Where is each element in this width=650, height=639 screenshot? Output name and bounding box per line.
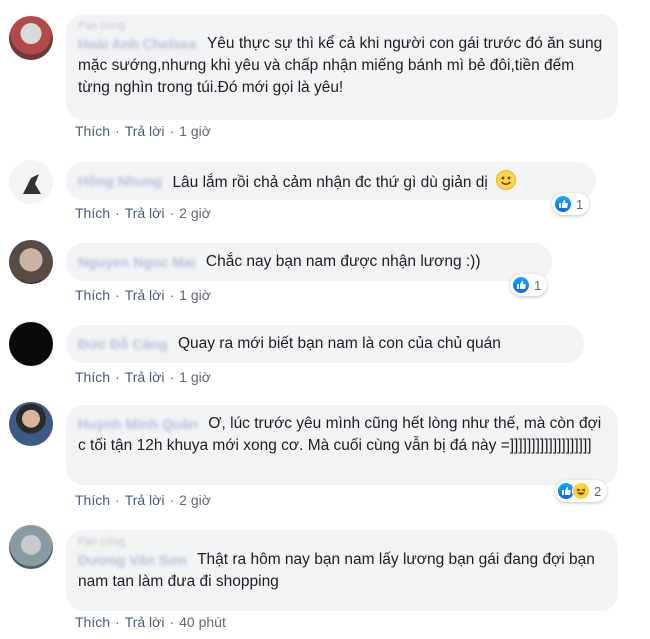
avatar[interactable] <box>9 402 53 446</box>
reaction-summary[interactable]: 2 <box>555 480 608 502</box>
author-name[interactable]: Hồng Nhung <box>78 170 162 192</box>
comment-text: Lâu lắm rồi chả cảm nhận đc thứ gì dù gi… <box>172 174 488 191</box>
separator: · <box>169 287 175 303</box>
reply-button[interactable]: Trả lời <box>125 614 165 630</box>
avatar[interactable] <box>9 240 53 284</box>
separator: · <box>169 614 175 630</box>
timestamp[interactable]: 40 phút <box>179 614 226 630</box>
avatar[interactable] <box>9 525 53 569</box>
badge-label: Fan cứng <box>78 20 126 32</box>
reaction-count: 1 <box>576 196 584 212</box>
separator: · <box>169 123 175 139</box>
reaction-summary[interactable]: 1 <box>510 274 548 296</box>
like-reaction-icon <box>512 276 530 294</box>
avatar[interactable] <box>9 322 53 366</box>
avatar[interactable] <box>9 160 53 204</box>
author-name[interactable]: Huỳnh Minh Quân <box>78 413 198 435</box>
haha-reaction-icon <box>572 482 590 500</box>
like-reaction-icon <box>554 195 572 213</box>
reaction-count: 1 <box>534 277 542 293</box>
separator: · <box>115 123 120 139</box>
comment-bubble: Hồng Nhung Lâu lắm rồi chả cảm nhận đc t… <box>66 162 596 200</box>
reaction-count: 2 <box>594 483 602 499</box>
separator: · <box>115 492 120 508</box>
timestamp[interactable]: 1 giờ <box>179 123 211 139</box>
like-button[interactable]: Thích <box>75 287 110 303</box>
badge-label: Fan cứng <box>78 536 126 548</box>
like-button[interactable]: Thích <box>75 205 110 221</box>
reply-button[interactable]: Trả lời <box>125 492 165 508</box>
separator: · <box>115 614 120 630</box>
reply-button[interactable]: Trả lời <box>125 287 165 303</box>
comment-actions: Thích · Trả lời · 1 giờ <box>75 287 211 303</box>
comment-bubble: Fan cứng Dương Văn Sơn Thật ra hôm nay b… <box>66 530 618 611</box>
author-name[interactable]: Hoài Anh Chelsea <box>78 33 197 55</box>
reply-button[interactable]: Trả lời <box>125 205 165 221</box>
author-name[interactable]: Đức Đỗ Càng <box>78 333 167 355</box>
comment-actions: Thích · Trả lời · 2 giờ <box>75 492 211 508</box>
comment-text: Chắc nay bạn nam được nhận lương :)) <box>205 253 481 270</box>
comment-text: Quay ra mới biết bạn nam là con của chủ … <box>177 335 501 352</box>
smiley-emoji-icon <box>496 170 517 190</box>
avatar-image <box>23 174 41 194</box>
avatar[interactable] <box>9 16 53 60</box>
comment-actions: Thích · Trả lời · 1 giờ <box>75 123 211 139</box>
timestamp[interactable]: 2 giờ <box>179 205 211 221</box>
like-button[interactable]: Thích <box>75 369 110 385</box>
comment-actions: Thích · Trả lời · 2 giờ <box>75 205 211 221</box>
comment-bubble: Đức Đỗ Càng Quay ra mới biết bạn nam là … <box>66 325 584 363</box>
author-name[interactable]: Nguyen Ngoc Mai <box>78 251 195 273</box>
reply-button[interactable]: Trả lời <box>125 369 165 385</box>
reply-button[interactable]: Trả lời <box>125 123 165 139</box>
separator: · <box>169 205 175 221</box>
reaction-summary[interactable]: 1 <box>552 193 590 215</box>
separator: · <box>115 205 120 221</box>
separator: · <box>169 492 175 508</box>
comment-bubble: Fan cứng Hoài Anh Chelsea Yêu thực sự th… <box>66 14 618 120</box>
separator: · <box>169 369 175 385</box>
timestamp[interactable]: 1 giờ <box>179 369 211 385</box>
like-button[interactable]: Thích <box>75 614 110 630</box>
timestamp[interactable]: 1 giờ <box>179 287 211 303</box>
comment-bubble: Nguyen Ngoc Mai Chắc nay bạn nam được nh… <box>66 243 552 281</box>
comment-bubble: Huỳnh Minh Quân Ơ, lúc trước yêu mình cũ… <box>66 405 618 485</box>
author-name[interactable]: Dương Văn Sơn <box>78 549 187 571</box>
like-button[interactable]: Thích <box>75 492 110 508</box>
comment-actions: Thích · Trả lời · 1 giờ <box>75 369 211 385</box>
timestamp[interactable]: 2 giờ <box>179 492 211 508</box>
separator: · <box>115 287 120 303</box>
like-button[interactable]: Thích <box>75 123 110 139</box>
comment-actions: Thích · Trả lời · 40 phút <box>75 614 226 630</box>
separator: · <box>115 369 120 385</box>
